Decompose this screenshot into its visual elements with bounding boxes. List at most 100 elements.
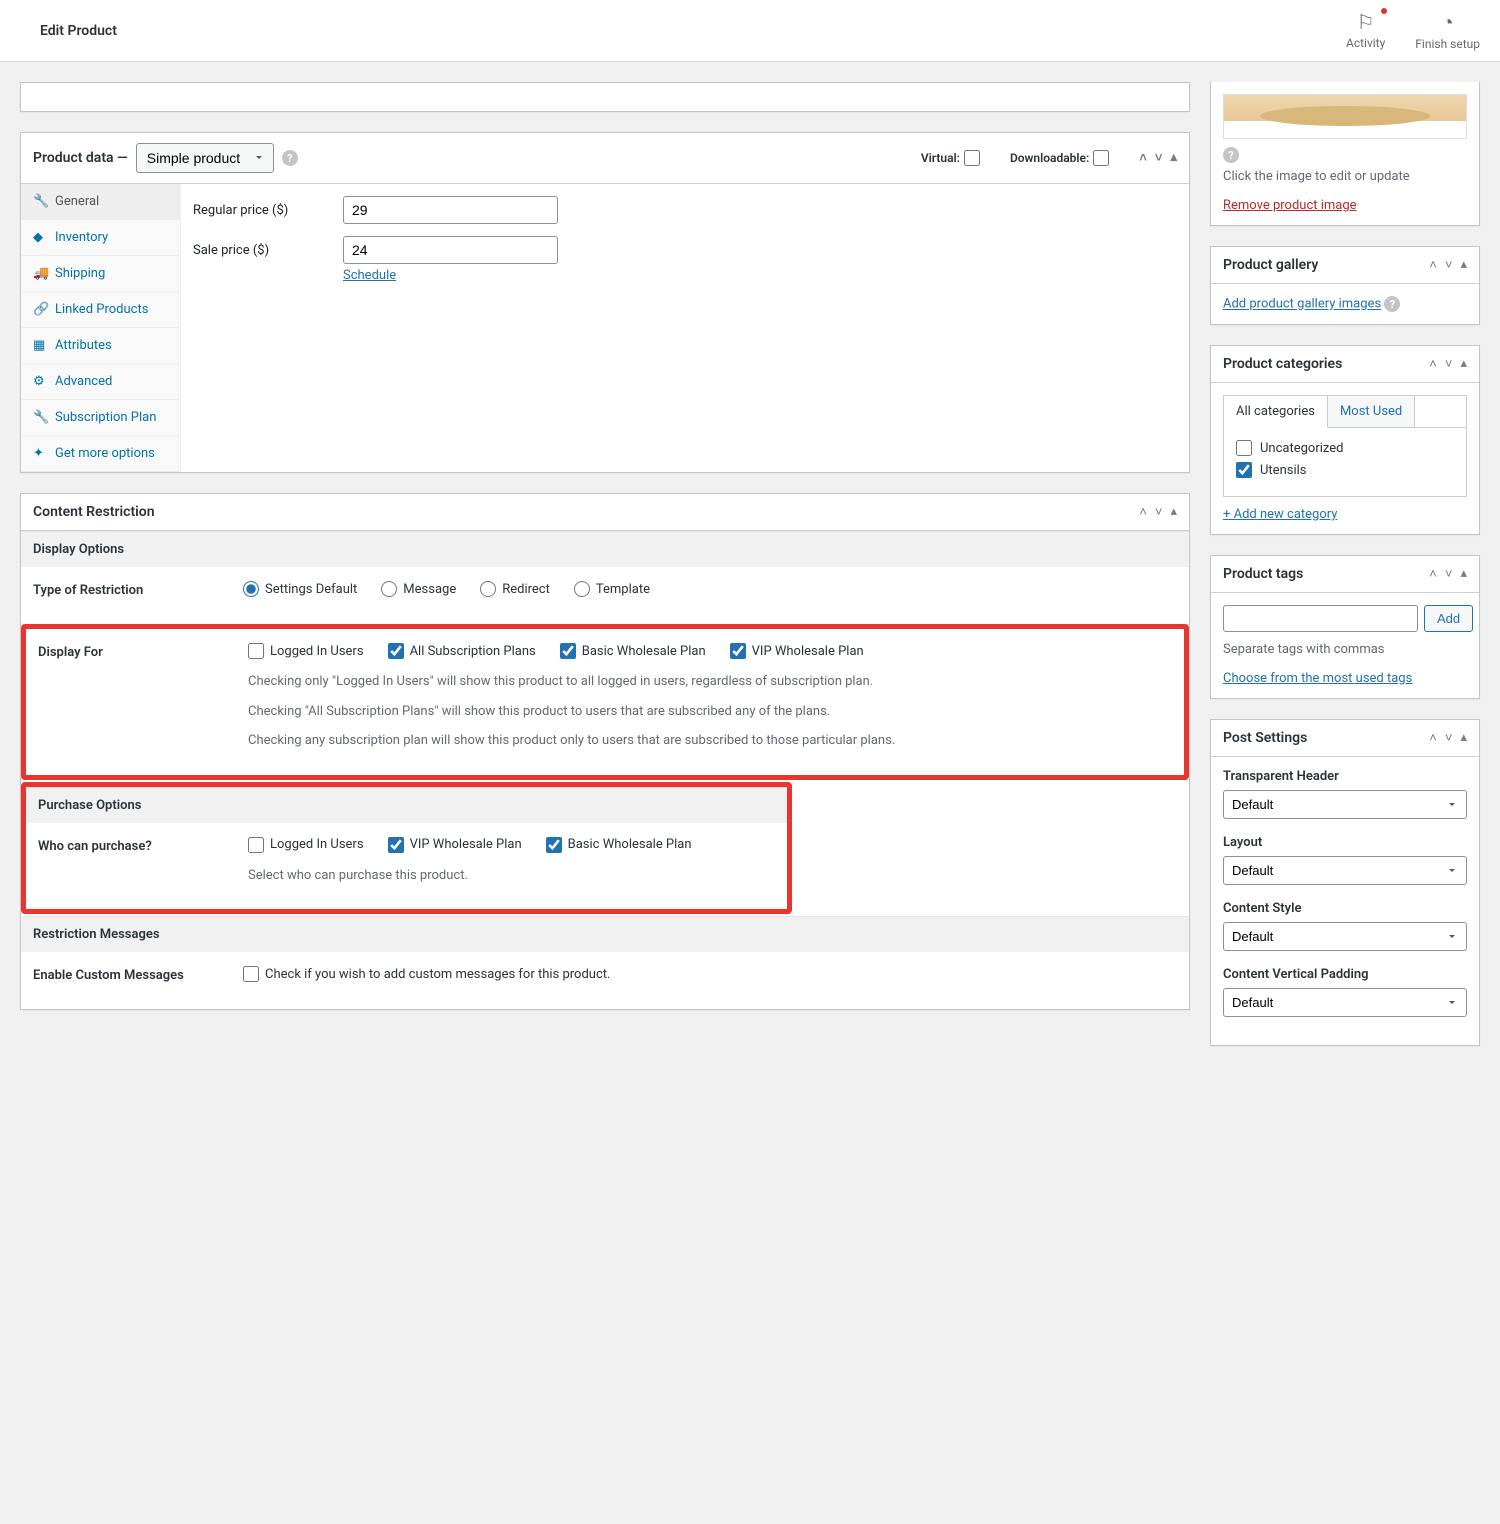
general-panel: Regular price ($) Sale price ($) Schedul… xyxy=(181,184,1189,472)
page-title: Edit Product xyxy=(40,23,117,39)
gallery-heading: Product gallery xyxy=(1223,257,1318,273)
chevron-down-icon[interactable]: ˅ xyxy=(1445,257,1453,273)
purchase-logged-in[interactable]: Logged In Users xyxy=(248,837,364,853)
chevron-down-icon[interactable]: ˅ xyxy=(1445,730,1453,746)
purchase-help: Select who can purchase this product. xyxy=(248,866,775,886)
help-icon[interactable]: ? xyxy=(1384,296,1400,312)
chevron-up-icon[interactable]: ˄ xyxy=(1429,566,1437,582)
restriction-settings-default[interactable]: Settings Default xyxy=(243,581,357,597)
choose-tags-link[interactable]: Choose from the most used tags xyxy=(1223,671,1412,686)
tab-most-used[interactable]: Most Used xyxy=(1328,396,1415,427)
product-data-heading: Product data — xyxy=(33,150,128,166)
chevron-up-icon[interactable]: ˄ xyxy=(1429,730,1437,746)
page-header: Edit Product ⚐ Activity ◔ Finish setup xyxy=(0,0,1500,62)
product-image-box: ? Click the image to edit or update Remo… xyxy=(1210,82,1480,226)
sparkle-icon: ✦ xyxy=(33,446,47,461)
activity-label: Activity xyxy=(1346,36,1385,50)
display-for-label: Display For xyxy=(38,643,248,660)
tab-inventory[interactable]: ◆Inventory xyxy=(21,220,180,256)
collapse-icon[interactable]: ▴ xyxy=(1460,566,1467,582)
virtual-checkbox[interactable] xyxy=(964,150,980,166)
vertical-padding-select[interactable]: Default xyxy=(1223,988,1467,1017)
header-actions: ⚐ Activity ◔ Finish setup xyxy=(1346,10,1480,51)
cat-uncategorized[interactable]: Uncategorized xyxy=(1236,440,1454,456)
sale-price-label: Sale price ($) xyxy=(193,243,343,258)
restriction-message[interactable]: Message xyxy=(381,581,456,597)
chevron-up-icon[interactable]: ˄ xyxy=(1429,356,1437,372)
tab-all-categories[interactable]: All categories xyxy=(1224,396,1328,428)
schedule-link[interactable]: Schedule xyxy=(343,268,396,283)
product-gallery-box: Product gallery ˄ ˅ ▴ Add product gallery … xyxy=(1210,246,1480,325)
tab-more[interactable]: ✦Get more options xyxy=(21,436,180,472)
layout-select[interactable]: Default xyxy=(1223,856,1467,885)
product-data-header: Product data — Simple product ? Virtual:… xyxy=(21,133,1189,184)
categories-heading: Product categories xyxy=(1223,356,1342,372)
layout-label: Layout xyxy=(1223,835,1467,850)
downloadable-toggle[interactable]: Downloadable: xyxy=(1010,150,1109,166)
chevron-down-icon[interactable]: ˅ xyxy=(1445,566,1453,582)
restriction-template[interactable]: Template xyxy=(574,581,650,597)
cat-utensils[interactable]: Utensils xyxy=(1236,462,1454,478)
chevron-up-icon[interactable]: ˄ xyxy=(1139,504,1147,520)
tag-input[interactable] xyxy=(1223,605,1418,632)
regular-price-label: Regular price ($) xyxy=(193,203,343,218)
inventory-icon: ◆ xyxy=(33,230,47,245)
help-icon[interactable]: ? xyxy=(1223,147,1239,163)
transparent-header-label: Transparent Header xyxy=(1223,769,1467,784)
purchase-options-heading: Purchase Options xyxy=(26,787,787,823)
display-for-vip[interactable]: VIP Wholesale Plan xyxy=(730,643,864,659)
collapse-icon[interactable]: ▴ xyxy=(1170,504,1177,520)
display-for-logged-in[interactable]: Logged In Users xyxy=(248,643,364,659)
sale-price-input[interactable] xyxy=(343,236,558,264)
gear-icon: ⚙ xyxy=(33,374,47,389)
chevron-up-icon[interactable]: ˄ xyxy=(1429,257,1437,273)
downloadable-checkbox[interactable] xyxy=(1093,150,1109,166)
content-style-select[interactable]: Default xyxy=(1223,922,1467,951)
remove-image-link[interactable]: Remove product image xyxy=(1223,198,1357,213)
type-restriction-label: Type of Restriction xyxy=(33,581,243,598)
purchase-basic[interactable]: Basic Wholesale Plan xyxy=(546,837,692,853)
chevron-down-icon[interactable]: ˅ xyxy=(1445,356,1453,372)
product-tags-box: Product tags ˄˅▴ Add Separate tags with … xyxy=(1210,555,1480,699)
tab-general[interactable]: 🔧General xyxy=(21,184,180,220)
add-tag-button[interactable]: Add xyxy=(1424,605,1473,632)
content-restriction-box: Content Restriction ˄ ˅ ▴ Display Option… xyxy=(20,493,1190,1010)
enable-custom-label: Enable Custom Messages xyxy=(33,966,243,983)
flag-icon: ⚐ xyxy=(1346,10,1385,34)
chevron-down-icon[interactable]: ˅ xyxy=(1155,504,1163,520)
collapse-icon[interactable]: ▴ xyxy=(1170,150,1177,166)
product-type-select[interactable]: Simple product xyxy=(136,143,274,173)
display-options-heading: Display Options xyxy=(21,531,1189,567)
collapse-icon[interactable]: ▴ xyxy=(1460,730,1467,746)
content-style-label: Content Style xyxy=(1223,901,1467,916)
tab-subscription[interactable]: 🔧Subscription Plan xyxy=(21,400,180,436)
add-category-link[interactable]: + Add new category xyxy=(1223,507,1467,522)
list-icon: ▦ xyxy=(33,338,47,353)
product-image-preview[interactable] xyxy=(1223,94,1467,139)
tab-linked[interactable]: 🔗Linked Products xyxy=(21,292,180,328)
collapse-icon[interactable]: ▴ xyxy=(1460,257,1467,273)
panel-controls: ˄ ˅ ▴ xyxy=(1139,504,1177,520)
finish-setup-button[interactable]: ◔ Finish setup xyxy=(1415,10,1480,51)
display-for-basic[interactable]: Basic Wholesale Plan xyxy=(560,643,706,659)
restriction-redirect[interactable]: Redirect xyxy=(480,581,550,597)
tab-attributes[interactable]: ▦Attributes xyxy=(21,328,180,364)
purchase-vip[interactable]: VIP Wholesale Plan xyxy=(388,837,522,853)
tab-advanced[interactable]: ⚙Advanced xyxy=(21,364,180,400)
display-for-all-plans[interactable]: All Subscription Plans xyxy=(388,643,536,659)
collapse-icon[interactable]: ▴ xyxy=(1460,356,1467,372)
add-gallery-link[interactable]: Add product gallery images xyxy=(1223,297,1381,312)
activity-button[interactable]: ⚐ Activity xyxy=(1346,10,1385,51)
display-help-3: Checking any subscription plan will show… xyxy=(248,731,1172,751)
chevron-up-icon[interactable]: ˄ xyxy=(1139,150,1147,166)
virtual-toggle[interactable]: Virtual: xyxy=(921,150,980,166)
display-for-highlight: Display For Logged In Users All Subscrip… xyxy=(21,624,1189,780)
chevron-down-icon[interactable]: ˅ xyxy=(1155,150,1163,166)
tab-shipping[interactable]: 🚚Shipping xyxy=(21,256,180,292)
product-categories-box: Product categories ˄ ˅ ▴ All categories Mo… xyxy=(1210,345,1480,535)
enable-custom-messages[interactable]: Check if you wish to add custom messages… xyxy=(243,966,610,982)
regular-price-input[interactable] xyxy=(343,196,558,224)
help-icon[interactable]: ? xyxy=(282,150,298,166)
tags-heading: Product tags xyxy=(1223,566,1303,582)
transparent-header-select[interactable]: Default xyxy=(1223,790,1467,819)
